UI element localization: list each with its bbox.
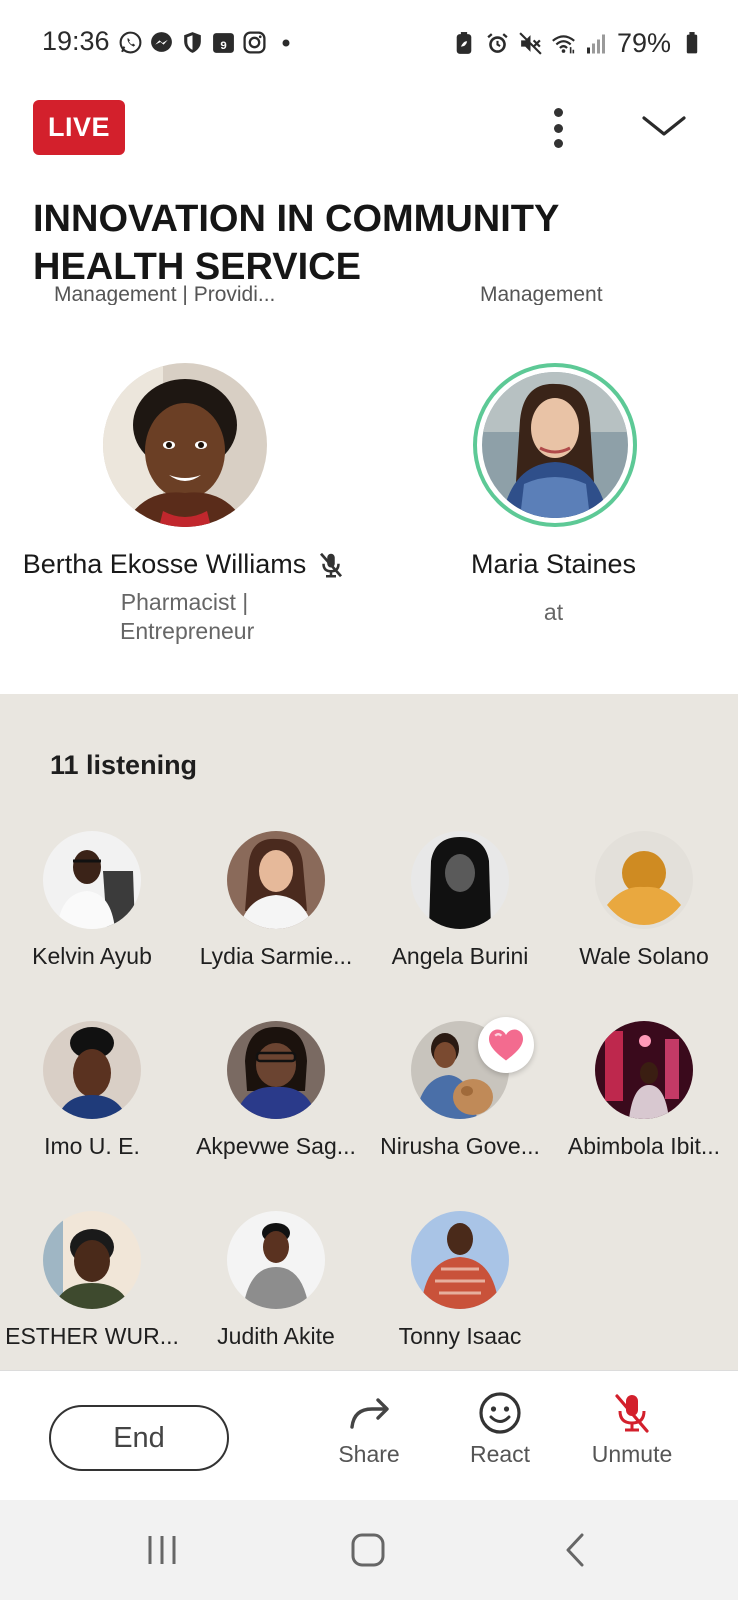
recent-apps-icon <box>148 1536 176 1564</box>
listener-item[interactable]: Imo U. E. <box>0 1021 184 1160</box>
listener-name: ESTHER WUR... <box>5 1323 179 1349</box>
avatar <box>43 1021 141 1119</box>
avatar <box>595 1021 693 1119</box>
reaction-heart-badge <box>478 1017 534 1073</box>
battery-icon <box>679 31 704 56</box>
listener-item[interactable]: Tonny Isaac <box>368 1211 552 1350</box>
listener-name: Akpevwe Sag... <box>196 1133 356 1159</box>
speaker-name: Maria Staines <box>470 549 637 579</box>
listener-name: Wale Solano <box>579 943 709 969</box>
unmute-button[interactable]: Unmute <box>582 1391 682 1468</box>
battery-percent: 79% <box>616 28 671 58</box>
end-button[interactable]: End <box>49 1405 229 1471</box>
listener-name: Lydia Sarmie... <box>199 943 353 969</box>
react-button[interactable]: React <box>450 1391 550 1468</box>
speaker-role-partial: Management | Providi... <box>54 283 276 305</box>
more-options-button[interactable] <box>540 104 576 152</box>
listening-count: 11 listening <box>50 750 198 780</box>
listener-item[interactable]: Judith Akite <box>184 1211 368 1350</box>
avatar-placeholder <box>595 831 693 929</box>
listener-item[interactable]: Akpevwe Sag... <box>184 1021 368 1160</box>
listener-item[interactable]: ESTHER WUR... <box>0 1211 184 1350</box>
listener-item[interactable]: Wale Solano <box>552 831 736 970</box>
listener-name: Angela Burini <box>391 943 529 969</box>
more-dot-icon <box>553 139 563 148</box>
system-icons: 79% <box>452 28 704 59</box>
speaker-card[interactable]: Bertha Ekosse Williams Pharmacist | Entr… <box>0 363 369 646</box>
event-title: INNOVATION IN COMMUNITY HEALTH SERVICE <box>33 198 559 288</box>
mic-off-icon <box>320 552 343 577</box>
status-time: 19:36 <box>42 26 110 56</box>
home-button[interactable] <box>348 1530 388 1570</box>
more-dot-icon <box>553 108 563 117</box>
unmute-label: Unmute <box>591 1441 673 1467</box>
speaker-name: Bertha Ekosse Williams <box>22 549 307 579</box>
listener-name: Kelvin Ayub <box>32 943 152 969</box>
avatar <box>227 1211 325 1309</box>
wifi-icon <box>551 31 576 56</box>
speaker-role: at <box>543 599 564 625</box>
recent-apps-button[interactable] <box>142 1530 182 1570</box>
listener-name: Imo U. E. <box>44 1133 140 1159</box>
status-bar: 19:36 9 79% <box>0 0 738 88</box>
avatar <box>227 831 325 929</box>
listener-name: Nirusha Gove... <box>380 1133 540 1159</box>
avatar <box>227 1021 325 1119</box>
avatar <box>411 1211 509 1309</box>
messenger-icon <box>149 30 174 55</box>
calendar-icon: 9 <box>211 30 236 55</box>
notification-icons: 9 <box>118 30 298 55</box>
chevron-down-icon <box>642 116 686 136</box>
dot-icon <box>273 30 298 55</box>
listener-item[interactable]: Nirusha Gove... <box>368 1017 552 1160</box>
listeners-panel: 11 listening Kelvin Ayub Lydia Sarmie...… <box>0 694 738 1370</box>
avatar <box>473 363 637 527</box>
avatar <box>103 363 267 527</box>
collapse-button[interactable] <box>640 112 688 142</box>
listener-item[interactable]: Lydia Sarmie... <box>184 831 368 970</box>
back-button[interactable] <box>560 1530 590 1570</box>
speaker-card[interactable]: Maria Staines at <box>369 363 738 627</box>
share-button[interactable]: Share <box>319 1391 419 1468</box>
listener-item[interactable]: Abimbola Ibit... <box>552 1021 736 1160</box>
signal-icon <box>584 31 609 56</box>
avatar <box>411 831 509 929</box>
heart-icon <box>489 1029 523 1061</box>
listener-name: Abimbola Ibit... <box>567 1133 721 1159</box>
navigation-bar <box>0 1500 738 1600</box>
avatar <box>43 1211 141 1309</box>
mute-icon <box>518 31 543 56</box>
smiley-icon <box>479 1392 521 1434</box>
shield-icon <box>180 30 205 55</box>
share-label: Share <box>338 1441 400 1467</box>
calendar-day: 9 <box>220 40 226 52</box>
speaker-role-partial: Management <box>480 283 603 305</box>
mic-off-icon <box>615 1394 649 1433</box>
action-bar: End Share React Unmute <box>0 1370 738 1500</box>
speaker-role: Pharmacist | Entrepreneur <box>120 589 255 644</box>
listener-item[interactable]: Angela Burini <box>368 831 552 970</box>
back-icon <box>566 1533 584 1567</box>
listener-name: Tonny Isaac <box>398 1323 522 1349</box>
instagram-icon <box>242 30 267 55</box>
home-icon <box>351 1533 385 1567</box>
listener-name: Judith Akite <box>217 1323 335 1349</box>
more-dot-icon <box>553 123 563 133</box>
whatsapp-icon <box>118 30 143 55</box>
alarm-icon <box>485 31 510 56</box>
battery-saver-icon <box>452 31 477 56</box>
share-icon <box>350 1398 389 1429</box>
avatar <box>43 831 141 929</box>
live-badge: LIVE <box>33 100 125 155</box>
listener-item[interactable]: Kelvin Ayub <box>0 831 184 970</box>
react-label: React <box>469 1441 531 1467</box>
